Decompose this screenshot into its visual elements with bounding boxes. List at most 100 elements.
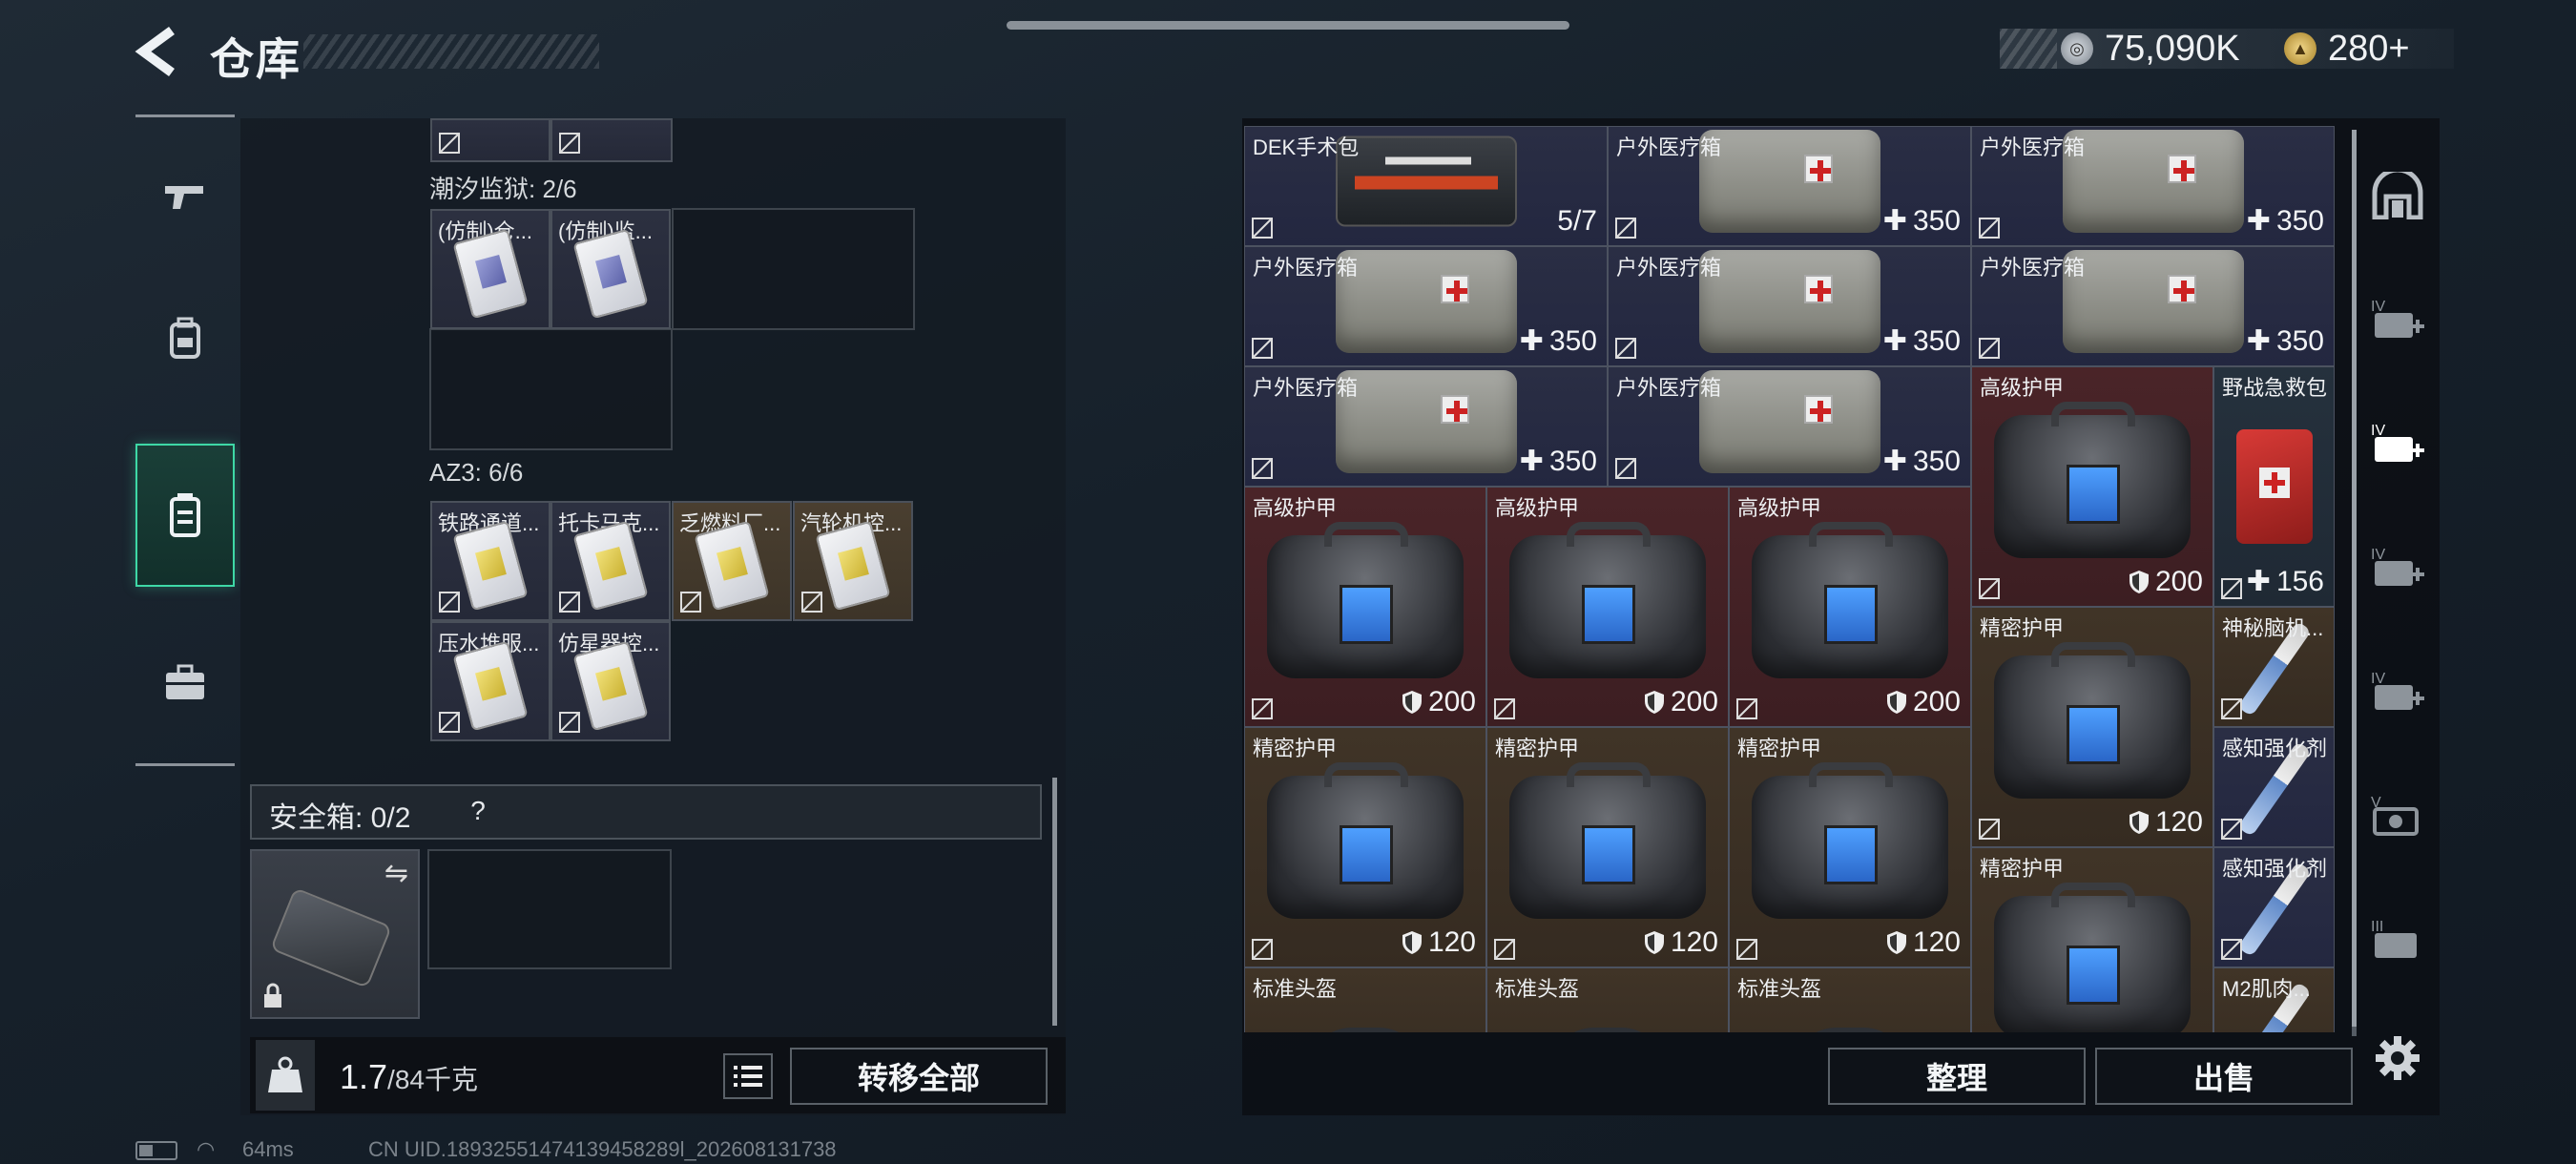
no-extract-icon <box>559 712 580 733</box>
keycard-item[interactable]: (仿制)监... <box>551 209 671 329</box>
sidebar-item-case[interactable] <box>135 611 235 754</box>
keycard-item[interactable]: (仿制)仓... <box>430 209 551 329</box>
stash-tab-iv-3[interactable]: IV <box>2364 534 2431 601</box>
no-extract-icon <box>2221 578 2242 599</box>
stash-item[interactable]: 户外医疗箱 ✚ 350 <box>1971 246 2335 366</box>
category-sidebar <box>135 114 235 768</box>
currency-b-value[interactable]: 280+ <box>2328 29 2410 70</box>
no-extract-icon <box>1979 819 2000 840</box>
stash-item[interactable]: 精密护甲 120 <box>1729 727 1971 967</box>
keycard-item[interactable]: 托卡马克... <box>551 501 671 621</box>
currency-stripe <box>2000 29 2057 69</box>
heal-plus-icon: ✚ <box>1882 205 1907 237</box>
stash-item[interactable]: 户外医疗箱 ✚ 350 <box>1608 126 1971 246</box>
keycard-item[interactable]: 乏燃料厂... <box>672 501 792 621</box>
sidebar-item-storage[interactable] <box>135 444 235 587</box>
heal-plus-icon: ✚ <box>1519 325 1544 357</box>
item-value-text: 156 <box>2275 565 2324 597</box>
stash-item[interactable]: 标准头盔 <box>1729 967 1971 1032</box>
stash-item[interactable]: 户外医疗箱 ✚ 350 <box>1244 246 1608 366</box>
weight-icon-box <box>256 1040 315 1111</box>
item-value-text: 120 <box>1912 926 1961 958</box>
no-extract-icon <box>1252 458 1273 479</box>
sort-button[interactable]: 整理 <box>1828 1048 2086 1105</box>
sidebar-top-line <box>135 114 235 117</box>
no-extract-icon <box>680 592 701 613</box>
lock-icon <box>264 983 281 1008</box>
list-view-button[interactable] <box>723 1053 773 1099</box>
stash-tab-v[interactable]: V <box>2364 782 2431 849</box>
stash-item[interactable]: 精密护甲 <box>1971 847 2213 1032</box>
medkit-tab-icon-active: IV <box>2371 423 2424 462</box>
stash-item[interactable]: 户外医疗箱 ✚ 350 <box>1971 126 2335 246</box>
hafcoin-icon: ◎ <box>2061 32 2093 65</box>
stash-item[interactable]: 户外医疗箱 ✚ 350 <box>1608 246 1971 366</box>
stash-grid: DEK手术包 5/7 户外医疗箱 ✚ 350 户外医疗箱 ✚ 350 户外医疗箱 ✚ 350 户外医疗… <box>1244 126 2336 1032</box>
svg-text:IV: IV <box>2371 547 2385 563</box>
stash-tab-iii[interactable]: III <box>2364 906 2431 973</box>
sidebar-item-weapons[interactable] <box>135 124 235 267</box>
item-name: 户外医疗箱 <box>1980 135 2086 159</box>
uid-readout: CN UID.18932551474139458289l_20260813173… <box>368 1137 837 1161</box>
sell-button[interactable]: 出售 <box>2095 1048 2353 1105</box>
empty-slot[interactable] <box>429 328 673 450</box>
title-stripe <box>303 34 599 69</box>
briefcase-icon <box>166 664 204 699</box>
keycard-item[interactable]: 汽轮机控... <box>793 501 913 621</box>
stash-item[interactable]: 高级护甲 200 <box>1729 487 1971 727</box>
armor-art <box>1267 762 1464 919</box>
stash-item[interactable]: 神秘脑机... <box>2213 607 2335 727</box>
stash-tab-iv-1[interactable]: IV <box>2364 286 2431 353</box>
right-scrollbar[interactable] <box>2352 130 2357 1036</box>
arch-icon <box>2372 172 2423 219</box>
stash-item[interactable]: 野战急救包 ✚ 156 <box>2213 366 2335 607</box>
item-name: 户外医疗箱 <box>1616 376 1722 400</box>
back-button[interactable] <box>134 25 183 78</box>
keycard-item[interactable]: 压水堆服... <box>430 621 551 741</box>
stash-tab-iv-2[interactable]: IV <box>2364 410 2431 477</box>
transfer-all-button[interactable]: 转移全部 <box>790 1048 1048 1105</box>
stash-item[interactable]: 高级护甲 200 <box>1971 366 2213 607</box>
armor-art <box>1994 883 2191 1032</box>
item-value: ✚ 350 <box>1520 324 1597 358</box>
swap-icon[interactable]: ⇋ <box>384 857 408 890</box>
stash-tab-iv-4[interactable]: IV <box>2364 658 2431 725</box>
scroll-thumb[interactable] <box>2352 130 2357 1027</box>
safebox-case-item[interactable]: ⇋ <box>250 849 420 1019</box>
item-value-text: 350 <box>1548 445 1597 477</box>
stash-item[interactable]: 精密护甲 120 <box>1486 727 1729 967</box>
stash-item[interactable]: 户外医疗箱 ✚ 350 <box>1608 366 1971 487</box>
keycard-item[interactable]: 仿星器控... <box>551 621 671 741</box>
stash-item[interactable]: 户外医疗箱 ✚ 350 <box>1244 366 1608 487</box>
stash-item[interactable]: 精密护甲 120 <box>1971 607 2213 847</box>
inventory-item-partial[interactable] <box>430 118 551 162</box>
no-extract-icon <box>2221 819 2242 840</box>
keycard-item[interactable]: 铁路通道... <box>430 501 551 621</box>
stash-item[interactable]: 感知强化剂 <box>2213 847 2335 967</box>
empty-slot[interactable] <box>672 208 915 330</box>
inventory-item-partial[interactable] <box>551 118 673 162</box>
stash-item[interactable]: M2肌肉... <box>2213 967 2335 1032</box>
armor-art <box>1752 762 1948 919</box>
stash-item[interactable]: DEK手术包 5/7 <box>1244 126 1608 246</box>
no-extract-icon <box>439 592 460 613</box>
heal-plus-icon: ✚ <box>2246 566 2271 597</box>
stash-tab-main[interactable] <box>2364 162 2431 229</box>
left-scrollbar[interactable] <box>1052 778 1057 1026</box>
settings-button[interactable] <box>2368 1029 2427 1088</box>
item-value: 120 <box>1402 926 1476 959</box>
stash-item[interactable]: 感知强化剂 <box>2213 727 2335 847</box>
stash-item[interactable]: 高级护甲 200 <box>1244 487 1486 727</box>
stash-item[interactable]: 精密护甲 120 <box>1244 727 1486 967</box>
item-value: ✚ 350 <box>1883 204 1961 238</box>
safebox-empty-slot[interactable] <box>427 849 672 969</box>
safebox-label: 安全箱: 0/2 <box>269 802 411 834</box>
stash-item[interactable]: 高级护甲 200 <box>1486 487 1729 727</box>
item-value-text: 350 <box>1912 324 1961 357</box>
helmet-art <box>1793 1027 1907 1032</box>
stash-item[interactable]: 标准头盔 <box>1244 967 1486 1032</box>
stash-item[interactable]: 标准头盔 <box>1486 967 1729 1032</box>
safebox-help-button[interactable]: ? <box>460 792 496 830</box>
sidebar-item-backpack[interactable] <box>135 267 235 410</box>
no-extract-icon <box>2221 939 2242 960</box>
